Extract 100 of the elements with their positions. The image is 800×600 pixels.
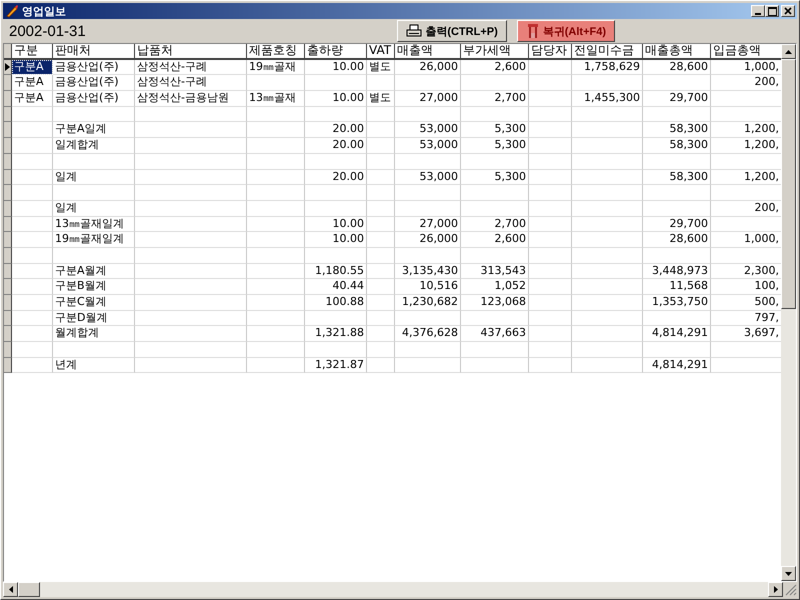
- horizontal-scrollbar[interactable]: [3, 582, 783, 597]
- scroll-up-button[interactable]: [781, 44, 796, 59]
- table-cell: 삼정석산-구례: [135, 75, 247, 92]
- row-selector[interactable]: [4, 185, 12, 201]
- table-cell: 구분A일계: [53, 122, 135, 138]
- scroll-down-button[interactable]: [781, 566, 796, 581]
- row-selector[interactable]: [4, 232, 12, 248]
- table-cell: 28,600: [643, 232, 711, 248]
- window-title: 영업일보: [22, 4, 66, 18]
- column-header[interactable]: 매출액: [395, 44, 461, 60]
- column-header[interactable]: 출하량: [305, 44, 367, 60]
- table-cell: [529, 200, 572, 217]
- door-icon: [526, 23, 540, 39]
- table-cell: [12, 279, 53, 295]
- table-cell: 27,000: [395, 91, 461, 107]
- maximize-button[interactable]: [765, 5, 779, 17]
- table-cell: [461, 200, 529, 217]
- table-cell: 10.00: [305, 91, 367, 107]
- table-cell: [529, 358, 572, 374]
- row-selector[interactable]: [4, 138, 12, 154]
- minimize-button[interactable]: [751, 5, 765, 17]
- table-cell: [12, 248, 53, 264]
- row-selector[interactable]: [4, 75, 12, 92]
- row-selector[interactable]: [4, 154, 12, 170]
- table-cell: [367, 295, 395, 311]
- table-cell: [367, 248, 395, 264]
- row-selector[interactable]: [4, 264, 12, 280]
- column-header[interactable]: 부가세액: [461, 44, 529, 60]
- table-cell: [529, 326, 572, 342]
- table-cell: [12, 185, 53, 201]
- table-cell: [395, 200, 461, 217]
- row-selector[interactable]: [4, 170, 12, 186]
- table-cell: [395, 185, 461, 201]
- return-button[interactable]: 복귀(Alt+F4): [516, 20, 615, 42]
- column-header[interactable]: 매출총액: [643, 44, 711, 60]
- table-cell: [395, 154, 461, 170]
- column-header[interactable]: 담당자: [529, 44, 572, 60]
- table-cell: 2,700: [461, 91, 529, 107]
- close-button[interactable]: [781, 5, 795, 17]
- row-selector[interactable]: [4, 216, 12, 232]
- table-cell: [247, 279, 305, 295]
- scroll-thumb[interactable]: [781, 59, 796, 309]
- table-cell: [367, 326, 395, 342]
- column-header[interactable]: 판매처: [53, 44, 135, 60]
- table-cell: [12, 106, 53, 122]
- row-selector[interactable]: [4, 60, 12, 76]
- column-header[interactable]: 구분: [12, 44, 53, 60]
- table-cell: 일계: [53, 200, 135, 217]
- table-cell: 구분A: [12, 91, 53, 107]
- resize-grip-icon[interactable]: [783, 582, 797, 596]
- row-selector[interactable]: [4, 106, 12, 122]
- row-selector[interactable]: [4, 358, 12, 374]
- vertical-scrollbar[interactable]: [781, 44, 796, 581]
- row-selector[interactable]: [4, 295, 12, 311]
- row-selector[interactable]: [4, 310, 12, 326]
- row-selector[interactable]: [4, 326, 12, 342]
- table-cell: 별도: [367, 91, 395, 107]
- column-header[interactable]: VAT: [367, 44, 395, 60]
- table-cell: [572, 170, 643, 186]
- row-selector[interactable]: [4, 248, 12, 264]
- table-cell: 123,068: [461, 295, 529, 311]
- table-cell: 1,758,629: [572, 60, 643, 76]
- scroll-right-button[interactable]: [768, 582, 783, 597]
- table-cell: [247, 358, 305, 374]
- scroll-thumb[interactable]: [18, 582, 40, 597]
- table-cell: [395, 106, 461, 122]
- table-cell: [367, 358, 395, 374]
- column-header[interactable]: 제품호칭: [247, 44, 305, 60]
- table-cell: [305, 154, 367, 170]
- table-cell: [12, 122, 53, 138]
- row-selector[interactable]: [4, 200, 12, 217]
- column-header[interactable]: 입금총액: [711, 44, 781, 60]
- row-selector[interactable]: [4, 279, 12, 295]
- table-cell: [247, 154, 305, 170]
- row-selector[interactable]: [4, 91, 12, 107]
- table-cell: 1,321.88: [305, 326, 367, 342]
- column-header[interactable]: 전일미수금: [572, 44, 643, 60]
- row-selector[interactable]: [4, 342, 12, 358]
- table-cell: [572, 232, 643, 248]
- table-cell: [247, 232, 305, 248]
- table-cell: [529, 75, 572, 92]
- table-cell: 58,300: [643, 138, 711, 154]
- table-cell: [12, 342, 53, 358]
- table-cell: [247, 295, 305, 311]
- column-header[interactable]: 납품처: [135, 44, 247, 60]
- table-cell: [247, 170, 305, 186]
- scroll-left-button[interactable]: [3, 582, 18, 597]
- table-cell: [395, 342, 461, 358]
- print-button[interactable]: 출력(CTRL+P): [397, 20, 507, 42]
- table-cell: [461, 358, 529, 374]
- table-cell: 별도: [367, 60, 395, 76]
- table-cell: [572, 122, 643, 138]
- table-cell: [643, 75, 711, 92]
- table-cell: 2,700: [461, 216, 529, 232]
- row-selector[interactable]: [4, 122, 12, 138]
- table-cell: 구분D월계: [53, 310, 135, 326]
- left-arrow-icon: [8, 586, 12, 593]
- maximize-icon: [768, 6, 776, 16]
- table-cell: [12, 170, 53, 186]
- table-cell: [461, 310, 529, 326]
